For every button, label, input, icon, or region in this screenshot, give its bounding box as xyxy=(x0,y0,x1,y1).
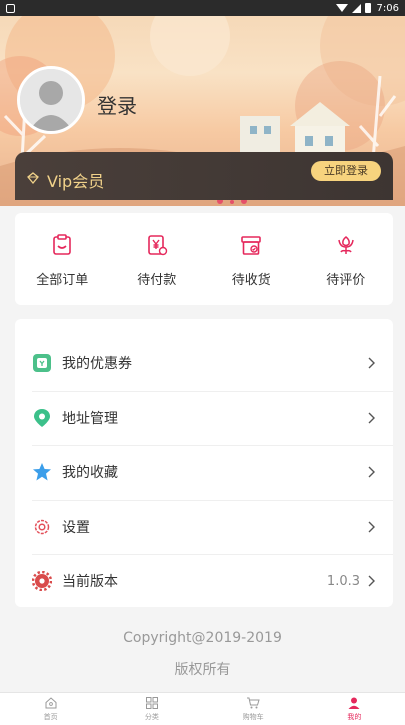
status-time: 7:06 xyxy=(376,2,399,14)
vip-label: Vip会员 xyxy=(47,172,105,191)
grid-icon xyxy=(145,697,158,709)
person-icon xyxy=(348,697,360,709)
tab-cart[interactable]: 购物车 xyxy=(203,693,304,725)
vip-login-button[interactable]: 立即登录 xyxy=(311,161,381,181)
status-right: 7:06 xyxy=(335,2,399,14)
menu-item-address[interactable]: 地址管理 xyxy=(15,390,393,446)
menu-item-settings[interactable]: 设置 xyxy=(15,499,393,555)
status-left xyxy=(6,3,15,13)
order-label: 全部订单 xyxy=(36,273,89,288)
location-pin-icon xyxy=(34,408,50,427)
order-pending-payment[interactable]: 待付款 xyxy=(110,213,205,305)
menu-label: 地址管理 xyxy=(62,410,118,427)
tab-label: 我的 xyxy=(347,713,362,721)
yen-bill-icon xyxy=(147,235,167,256)
clipboard-icon xyxy=(53,234,72,255)
rights-text: 版权所有 xyxy=(174,662,231,678)
order-all[interactable]: 全部订单 xyxy=(15,213,110,305)
package-check-icon xyxy=(241,236,262,255)
chevron-right-icon xyxy=(368,466,375,478)
bottom-tab-bar: 首页 分类 购物车 我的 xyxy=(0,692,405,725)
menu-item-favorites[interactable]: 我的收藏 xyxy=(15,445,393,500)
chevron-right-icon xyxy=(368,357,375,369)
tab-label: 分类 xyxy=(144,713,159,721)
order-pending-receipt[interactable]: 待收货 xyxy=(204,213,299,305)
orders-panel: 全部订单 待付款 待收货 待评价 xyxy=(15,213,393,305)
tab-label: 首页 xyxy=(43,713,58,721)
default-avatar-icon xyxy=(20,69,82,131)
menu-list: 我的优惠券 地址管理 我的收藏 设置 当前版本 1.0.3 xyxy=(15,319,393,607)
chevron-right-icon xyxy=(368,412,375,424)
diamond-icon xyxy=(27,172,39,184)
chevron-right-icon xyxy=(368,521,375,533)
battery-icon xyxy=(364,3,371,13)
avatar[interactable] xyxy=(17,66,85,134)
menu-label: 设置 xyxy=(62,519,90,536)
tab-label: 购物车 xyxy=(242,713,264,721)
gear-outline-icon xyxy=(34,519,50,534)
copyright-text: Copyright@2019-2019 xyxy=(123,630,282,646)
vip-card: Vip会员 立即登录 xyxy=(15,152,393,200)
gear-filled-icon xyxy=(32,571,52,592)
home-icon xyxy=(45,697,57,709)
menu-label: 当前版本 xyxy=(62,574,118,591)
wifi-icon xyxy=(335,4,348,12)
menu-item-version[interactable]: 当前版本 1.0.3 xyxy=(15,554,393,609)
tab-category[interactable]: 分类 xyxy=(101,693,202,725)
cart-icon xyxy=(247,697,260,709)
order-label: 待付款 xyxy=(137,273,177,288)
status-bar: 7:06 xyxy=(0,0,405,16)
star-icon xyxy=(33,463,51,481)
login-link[interactable]: 登录 xyxy=(97,90,137,119)
version-number: 1.0.3 xyxy=(326,573,360,589)
order-label: 待收货 xyxy=(231,273,271,288)
signal-icon xyxy=(351,3,361,13)
tab-mine[interactable]: 我的 xyxy=(304,693,405,725)
flower-icon xyxy=(338,236,354,254)
order-pending-review[interactable]: 待评价 xyxy=(299,213,394,305)
coupon-icon xyxy=(33,354,51,373)
menu-label: 我的优惠券 xyxy=(62,356,132,373)
order-label: 待评价 xyxy=(326,273,366,288)
menu-label: 我的收藏 xyxy=(62,465,118,482)
notification-icon xyxy=(6,3,15,13)
menu-item-coupons[interactable]: 我的优惠券 xyxy=(15,336,393,391)
chevron-right-icon xyxy=(368,575,375,587)
tab-home[interactable]: 首页 xyxy=(0,693,101,725)
